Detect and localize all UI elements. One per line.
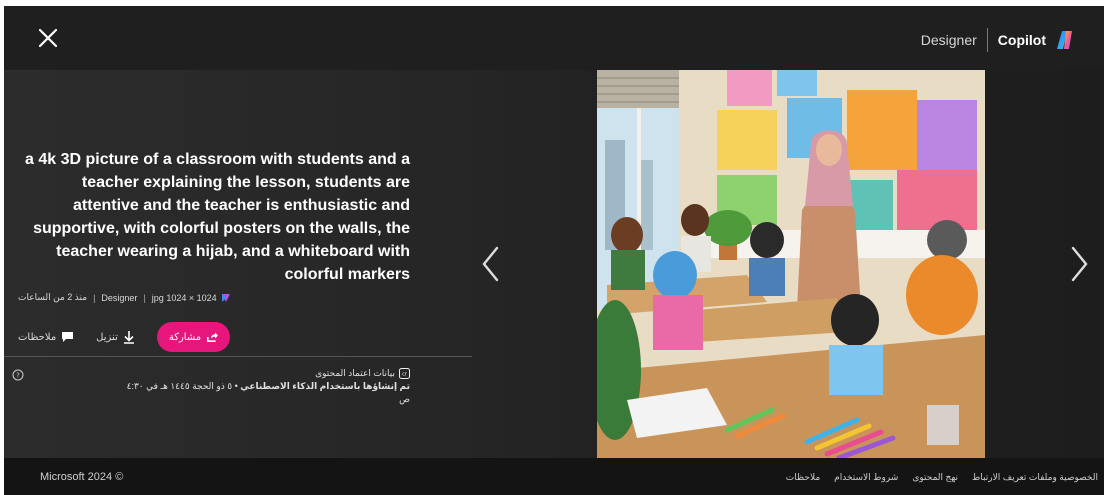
- copilot-logo-icon: [1057, 31, 1072, 49]
- feedback-label: ملاحظات: [18, 331, 57, 343]
- next-image-button[interactable]: [1066, 244, 1092, 284]
- divider: [4, 356, 472, 357]
- download-icon: [123, 331, 134, 344]
- prompt-text: a 4k 3D picture of a classroom with stud…: [25, 151, 410, 283]
- brand: Designer Copilot: [921, 28, 1076, 52]
- download-button[interactable]: تنزيل: [96, 330, 135, 344]
- comment-icon: [62, 332, 74, 342]
- content-area: a 4k 3D picture of a classroom with stud…: [4, 70, 1104, 458]
- credentials-icon: cr: [399, 368, 410, 379]
- credentials-title[interactable]: بيانات اعتماد المحتوى: [315, 367, 395, 380]
- action-bar: مشاركة تنزيل ملاحظات: [18, 322, 410, 352]
- designer-app-icon: [221, 293, 230, 302]
- footer-links: الخصوصية وملفات تعريف الارتباط نهج المحت…: [786, 472, 1098, 483]
- app-name: Designer: [101, 292, 138, 303]
- feedback-button[interactable]: ملاحظات: [18, 331, 74, 343]
- footer-link-feedback[interactable]: ملاحظات: [786, 472, 820, 483]
- credentials-detail: تم إنشاؤها باستخدام الذكاء الاصطناعي • ٥…: [114, 380, 410, 406]
- close-button[interactable]: [34, 24, 62, 52]
- designer-label[interactable]: Designer: [921, 32, 977, 48]
- brand-separator: [986, 28, 988, 52]
- copyright: Microsoft 2024 ©: [40, 471, 124, 483]
- download-label: تنزيل: [96, 331, 118, 343]
- share-button[interactable]: مشاركة: [156, 322, 231, 352]
- help-button[interactable]: ?: [12, 368, 24, 381]
- top-bar: Designer Copilot: [4, 6, 1104, 70]
- question-icon: ?: [12, 369, 24, 381]
- previous-image-button[interactable]: [478, 244, 504, 284]
- share-icon: [207, 332, 219, 342]
- ai-generated-text: تم إنشاؤها باستخدام الذكاء الاصطناعي: [240, 381, 410, 391]
- image-viewer: Designer Copilot a 4k 3D picture of a cl…: [4, 6, 1104, 495]
- share-label: مشاركة: [168, 331, 202, 343]
- footer: Microsoft 2024 © الخصوصية وملفات تعريف ا…: [4, 458, 1104, 495]
- image-meta: 1024 × 1024 jpg | Designer | منذ 2 من ال…: [18, 292, 410, 303]
- meta-separator: |: [143, 292, 146, 303]
- footer-link-terms[interactable]: شروط الاستخدام: [834, 472, 898, 483]
- created-time: منذ 2 من الساعات: [18, 292, 88, 302]
- chevron-left-icon: [482, 246, 499, 282]
- copilot-label[interactable]: Copilot: [998, 32, 1046, 48]
- footer-link-privacy[interactable]: الخصوصية وملفات تعريف الارتباط: [972, 472, 1098, 483]
- credentials-header: cr بيانات اعتماد المحتوى: [114, 367, 410, 380]
- svg-text:cr: cr: [402, 372, 408, 378]
- generated-image[interactable]: [597, 70, 985, 458]
- chevron-right-icon: [1071, 246, 1088, 282]
- content-credentials: cr بيانات اعتماد المحتوى تم إنشاؤها باست…: [114, 367, 410, 406]
- file-info: 1024 × 1024 jpg: [151, 292, 217, 303]
- footer-link-content-policy[interactable]: نهج المحتوى: [912, 472, 958, 483]
- close-icon: [38, 28, 58, 48]
- classroom-illustration: [597, 70, 985, 458]
- svg-text:?: ?: [16, 372, 20, 380]
- meta-separator: |: [93, 292, 96, 303]
